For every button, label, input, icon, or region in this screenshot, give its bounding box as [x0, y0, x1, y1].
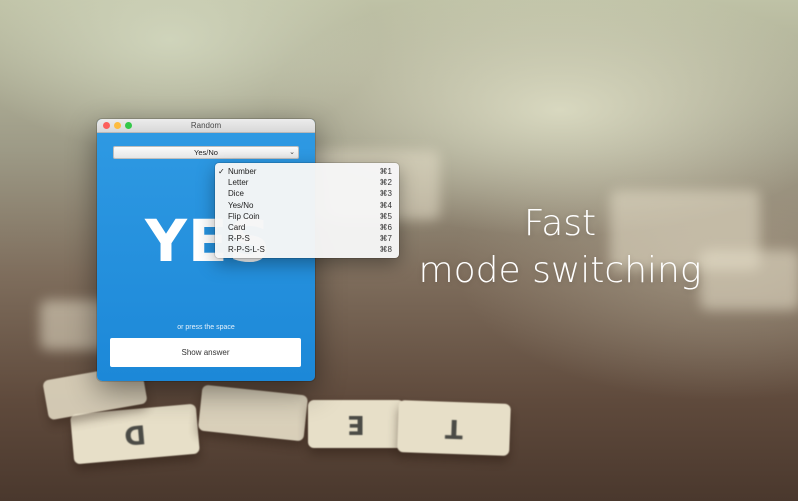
window-title: Random	[190, 121, 222, 130]
menu-item-label: Dice	[228, 189, 245, 199]
menu-item-label: Number	[228, 167, 257, 176]
menu-item-shortcut: ⌘3	[379, 189, 392, 199]
menu-item-shortcut: ⌘6	[379, 222, 392, 232]
menu-item-label: Card	[228, 222, 246, 232]
menu-item-number[interactable]: ✓ Number ⌘1	[215, 166, 399, 177]
menu-item-card[interactable]: Card ⌘6	[215, 222, 399, 233]
headline-line-1: Fast	[523, 203, 597, 244]
menu-item-rps[interactable]: R-P-S ⌘7	[215, 233, 399, 244]
menu-item-shortcut: ⌘8	[379, 245, 392, 255]
checkmark-icon: ✓	[218, 167, 225, 176]
menu-item-label: R-P-S-L-S	[228, 245, 265, 255]
menu-item-letter[interactable]: Letter ⌘2	[215, 177, 399, 188]
menu-item-dice[interactable]: Dice ⌘3	[215, 188, 399, 199]
headline-line-2: mode switching	[418, 250, 702, 291]
space-hint: or press the space	[177, 324, 235, 331]
window-titlebar[interactable]: Random	[97, 119, 315, 133]
scrabble-tile: E	[308, 400, 404, 448]
mode-select[interactable]: Yes/No ⌄	[113, 146, 299, 159]
menu-item-shortcut: ⌘5	[379, 211, 392, 221]
menu-item-shortcut: ⌘4	[379, 200, 392, 210]
menu-item-shortcut: ⌘7	[379, 234, 392, 244]
menu-item-shortcut: ⌘2	[379, 178, 392, 188]
menu-item-shortcut: ⌘1	[379, 167, 392, 176]
menu-item-label: R-P-S	[228, 234, 250, 244]
chevron-down-icon: ⌄	[289, 149, 295, 156]
mode-select-value: Yes/No	[194, 148, 218, 157]
menu-item-label: Flip Coin	[228, 211, 260, 221]
menu-item-rpsls[interactable]: R-P-S-L-S ⌘8	[215, 244, 399, 255]
menu-item-flip-coin[interactable]: Flip Coin ⌘5	[215, 211, 399, 222]
scrabble-tile	[197, 384, 309, 442]
mode-dropdown-menu: ✓ Number ⌘1 Letter ⌘2 Dice ⌘3 Yes/No ⌘4 …	[215, 163, 399, 258]
scrabble-tile: T	[397, 400, 511, 456]
menu-item-yes-no[interactable]: Yes/No ⌘4	[215, 200, 399, 211]
menu-item-label: Letter	[228, 178, 249, 188]
show-answer-button[interactable]: Show answer	[110, 338, 301, 367]
menu-item-label: Yes/No	[228, 200, 254, 210]
